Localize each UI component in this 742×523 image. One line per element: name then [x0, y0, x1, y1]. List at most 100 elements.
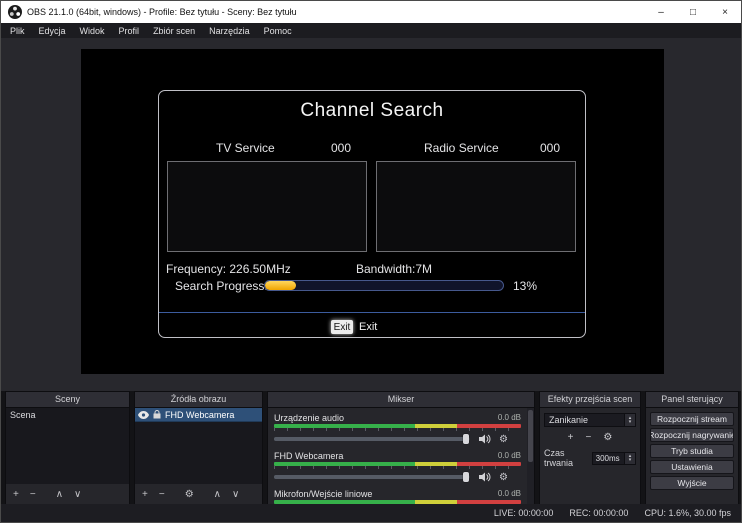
source-properties-button[interactable]: ⚙	[185, 489, 194, 500]
close-button[interactable]: ×	[709, 1, 741, 23]
remove-source-button[interactable]: −	[159, 489, 165, 500]
search-progress-percent: 13%	[513, 279, 537, 293]
transitions-panel-title: Efekty przejścia scen	[540, 392, 640, 408]
mixer-body: Urządzenie audio 0.0 dB	[268, 408, 527, 505]
transitions-toolbar: + − ⚙	[544, 432, 636, 443]
controls-body: Rozpocznij stream Rozpocznij nagrywanie …	[646, 408, 738, 505]
transition-duration-value: 300ms	[596, 454, 620, 463]
search-progress-bar	[264, 280, 504, 291]
sources-panel: Źródła obrazu FHD	[134, 391, 263, 506]
menu-widok[interactable]: Widok	[73, 23, 112, 38]
source-item-label: FHD Webcamera	[165, 410, 234, 420]
rec-time: REC: 00:00:00	[569, 508, 628, 518]
mixer-channel-name: Urządzenie audio	[274, 413, 344, 423]
dialog-separator	[159, 312, 585, 313]
minimize-button[interactable]: –	[645, 1, 677, 23]
mixer-panel-title: Mikser	[268, 392, 534, 408]
sources-panel-title: Źródła obrazu	[135, 392, 262, 408]
frequency-value: Frequency: 226.50MHz	[166, 262, 291, 276]
menu-bar: Plik Edycja Widok Profil Zbiór scen Narz…	[1, 23, 741, 38]
mixer-scrollbar-thumb[interactable]	[528, 410, 533, 462]
visibility-eye-icon[interactable]	[138, 411, 149, 419]
mixer-gear-icon[interactable]: ⚙	[499, 472, 508, 483]
transition-selected-value: Zanikanie	[549, 415, 588, 425]
sources-list: FHD Webcamera	[135, 408, 262, 484]
tv-service-count: 000	[331, 141, 351, 155]
volume-slider[interactable]	[274, 475, 470, 479]
speaker-icon[interactable]	[479, 434, 491, 444]
search-progress-fill	[265, 281, 296, 290]
source-down-button[interactable]: ∨	[232, 489, 239, 500]
menu-profil[interactable]: Profil	[112, 23, 147, 38]
channel-search-title: Channel Search	[159, 100, 585, 122]
settings-button[interactable]: Ustawienia	[650, 460, 734, 474]
transition-duration-input[interactable]: 300ms ▴▾	[592, 452, 636, 465]
mixer-channel-desktop-audio: Urządzenie audio 0.0 dB	[268, 412, 527, 450]
mixer-channel-microphone: Mikrofon/Wejście liniowe 0.0 dB	[268, 488, 527, 505]
scene-item[interactable]: Scena	[6, 408, 129, 422]
titlebar: OBS 21.1.0 (64bit, windows) - Profile: B…	[1, 1, 741, 23]
live-time: LIVE: 00:00:00	[494, 508, 554, 518]
maximize-button[interactable]: □	[677, 1, 709, 23]
tv-service-label: TV Service	[216, 141, 275, 155]
search-progress-label: Search Progress:	[175, 279, 268, 293]
transition-select[interactable]: Zanikanie ▴▾	[544, 413, 636, 427]
window-controls: – □ ×	[645, 1, 741, 23]
spinbox-arrows-icon[interactable]: ▴▾	[624, 453, 635, 464]
mixer-channel-db: 0.0 dB	[498, 413, 521, 422]
menu-edycja[interactable]: Edycja	[32, 23, 73, 38]
mixer-channel-webcam: FHD Webcamera 0.0 dB	[268, 450, 527, 488]
scenes-panel: Sceny Scena + − ∧ ∨	[5, 391, 130, 506]
tv-service-list	[167, 161, 367, 252]
add-source-button[interactable]: +	[142, 489, 148, 500]
channel-search-dialog: Channel Search TV Service 000 Radio Serv…	[158, 90, 586, 338]
menu-pomoc[interactable]: Pomoc	[257, 23, 299, 38]
source-up-button[interactable]: ∧	[214, 489, 221, 500]
source-item-selected[interactable]: FHD Webcamera	[135, 408, 262, 422]
mixer-gear-icon[interactable]: ⚙	[499, 434, 508, 445]
speaker-icon[interactable]	[479, 472, 491, 482]
menu-zbior-scen[interactable]: Zbiór scen	[146, 23, 202, 38]
cpu-fps: CPU: 1.6%, 30.00 fps	[644, 508, 731, 518]
volume-meter-scale	[274, 466, 521, 469]
remove-scene-button[interactable]: −	[30, 489, 36, 500]
start-recording-button[interactable]: Rozpocznij nagrywanie	[650, 428, 734, 442]
exit-app-button[interactable]: Wyjście	[650, 476, 734, 490]
mixer-scrollbar[interactable]	[527, 408, 534, 505]
preview-canvas[interactable]: Channel Search TV Service 000 Radio Serv…	[81, 49, 664, 374]
duration-label: Czas trwania	[544, 448, 592, 468]
lock-icon[interactable]	[153, 410, 161, 419]
exit-button-highlight: Exit	[331, 320, 353, 334]
remove-transition-button[interactable]: −	[586, 432, 592, 443]
radio-service-label: Radio Service	[424, 141, 499, 155]
mixer-channel-db: 0.0 dB	[498, 489, 521, 498]
combo-arrows-icon[interactable]: ▴▾	[624, 414, 635, 426]
menu-plik[interactable]: Plik	[3, 23, 32, 38]
window-title: OBS 21.1.0 (64bit, windows) - Profile: B…	[27, 7, 297, 17]
obs-logo-icon[interactable]	[8, 5, 22, 19]
controls-panel-title: Panel sterujący	[646, 392, 738, 408]
volume-slider-handle[interactable]	[463, 434, 469, 444]
add-transition-button[interactable]: +	[568, 432, 574, 443]
scene-down-button[interactable]: ∨	[74, 489, 81, 500]
volume-slider-handle[interactable]	[463, 472, 469, 482]
scenes-panel-title: Sceny	[6, 392, 129, 408]
radio-service-count: 000	[540, 141, 560, 155]
start-streaming-button[interactable]: Rozpocznij stream	[650, 412, 734, 426]
volume-slider[interactable]	[274, 437, 470, 441]
transition-properties-button[interactable]: ⚙	[603, 432, 612, 443]
sources-toolbar: + − ⚙ ∧ ∨	[135, 484, 262, 505]
add-scene-button[interactable]: +	[13, 489, 19, 500]
radio-service-list	[376, 161, 576, 252]
volume-meter-scale	[274, 428, 521, 431]
studio-mode-button[interactable]: Tryb studia	[650, 444, 734, 458]
mixer-channel-name: Mikrofon/Wejście liniowe	[274, 489, 372, 499]
mixer-channel-name: FHD Webcamera	[274, 451, 343, 461]
scenes-list: Scena	[6, 408, 129, 484]
main-area: Channel Search TV Service 000 Radio Serv…	[1, 38, 741, 391]
menu-narzedzia[interactable]: Narzędzia	[202, 23, 257, 38]
scene-up-button[interactable]: ∧	[56, 489, 63, 500]
transitions-panel: Efekty przejścia scen Zanikanie ▴▾ + − ⚙…	[539, 391, 641, 506]
dock-area: Sceny Scena + − ∧ ∨ Źródła obrazu	[1, 391, 741, 506]
mixer-panel: Mikser Urządzenie audio 0.0 dB	[267, 391, 535, 506]
